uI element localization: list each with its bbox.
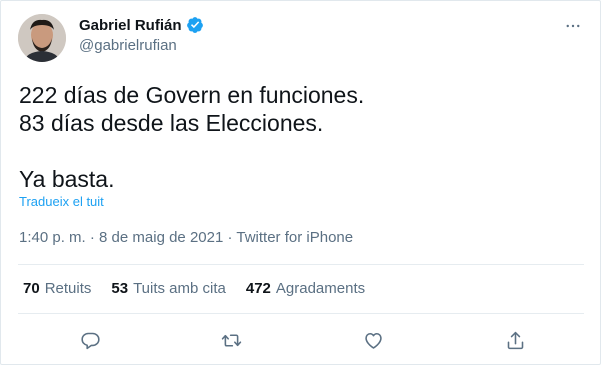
author-handle[interactable]: @gabrielrufian — [79, 37, 177, 54]
likes-label: Agradaments — [275, 280, 366, 297]
likes-stat[interactable]: 472 Agradaments — [246, 280, 365, 297]
divider — [18, 264, 584, 265]
tweet-text-line: Ya basta. — [19, 166, 115, 192]
tweet-text-line: 222 días de Govern en funciones. — [19, 82, 365, 108]
author-name-row: Gabriel Rufián — [79, 16, 204, 34]
meta-separator: · — [223, 229, 237, 246]
more-options-button[interactable] — [562, 15, 584, 37]
retweets-stat[interactable]: 70 Retuits — [23, 280, 91, 297]
avatar-image — [18, 14, 66, 62]
tweet-card: Gabriel Rufián @gabrielrufian 222 días d… — [0, 0, 601, 365]
avatar[interactable] — [18, 14, 66, 62]
tweet-source[interactable]: Twitter for iPhone — [236, 229, 353, 246]
quote-tweets-label: Tuits amb cita — [133, 280, 226, 297]
tweet-time[interactable]: 1:40 p. m. — [19, 229, 86, 246]
retweet-icon — [221, 333, 241, 347]
retweets-label: Retuits — [44, 280, 92, 297]
translate-tweet-link[interactable]: Tradueix el tuit — [19, 194, 104, 209]
quote-tweets-stat[interactable]: 53 Tuits amb cita — [111, 280, 226, 297]
tweet-text: 222 días de Govern en funciones. 83 días… — [19, 81, 364, 193]
quote-tweets-count: 53 — [111, 280, 129, 297]
tweet-meta: 1:40 p. m. · 8 de maig de 2021 · Twitter… — [19, 229, 353, 246]
more-options-icon — [566, 24, 580, 28]
share-button[interactable] — [501, 326, 529, 354]
like-icon — [364, 332, 382, 349]
like-button[interactable] — [359, 326, 387, 354]
reply-icon — [80, 332, 100, 349]
retweet-button[interactable] — [217, 326, 245, 354]
tweet-date[interactable]: 8 de maig de 2021 — [99, 229, 223, 246]
share-icon — [507, 331, 523, 349]
tweet-actions — [1, 326, 600, 354]
tweet-stats: 70 Retuits 53 Tuits amb cita 472 Agradament… — [23, 280, 365, 297]
verified-badge-icon — [186, 17, 203, 33]
meta-separator: · — [85, 229, 100, 246]
retweets-count: 70 — [23, 280, 40, 297]
likes-count: 472 — [245, 280, 271, 297]
author-display-name[interactable]: Gabriel Rufián — [79, 17, 182, 34]
divider — [18, 313, 584, 314]
tweet-text-line: 83 días desde las Elecciones. — [19, 110, 324, 136]
reply-button[interactable] — [76, 326, 104, 354]
